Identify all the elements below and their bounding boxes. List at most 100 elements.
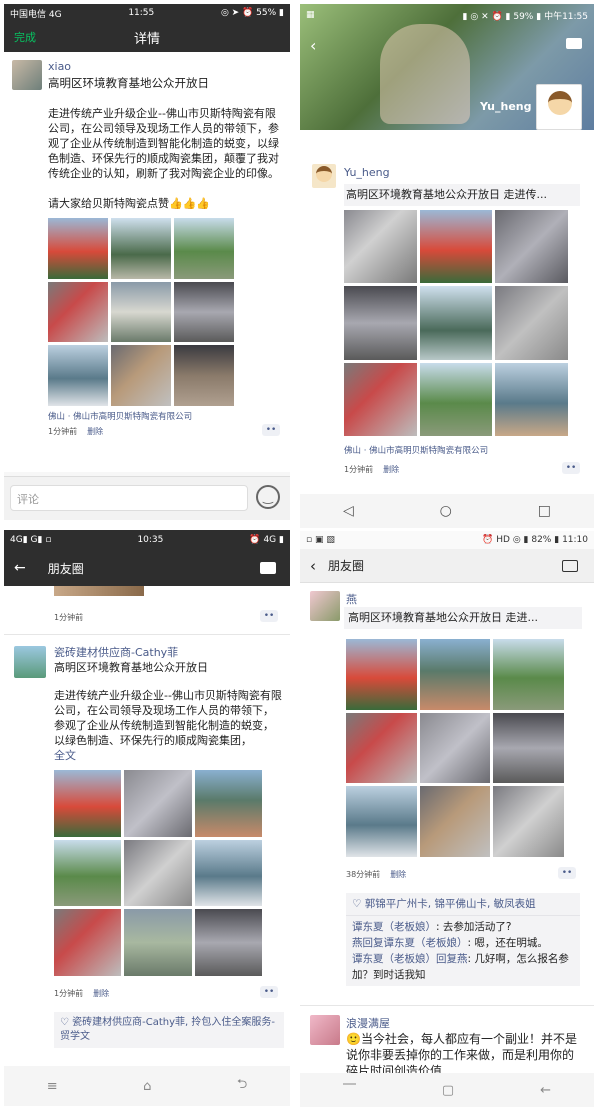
status-bar: 中国电信 4G 11:55 ◎ ➤ ⏰ 55% ▮ xyxy=(4,4,290,22)
photo[interactable] xyxy=(419,639,491,710)
photo[interactable] xyxy=(124,770,192,837)
photo[interactable] xyxy=(344,210,417,284)
more-icon[interactable]: •• xyxy=(558,867,576,879)
comment-author[interactable]: 谭东夏（老板娘）回复燕 xyxy=(352,953,468,965)
home-nav-icon[interactable]: ▢ xyxy=(442,1083,454,1098)
comment[interactable]: 谭东夏（老板娘）: 去参加活动了? xyxy=(352,919,574,935)
author-name[interactable]: Yu_heng xyxy=(344,166,390,179)
avatar[interactable] xyxy=(12,60,42,90)
back-icon[interactable]: ‹ xyxy=(310,557,316,575)
home-nav-icon[interactable]: ⌂ xyxy=(143,1079,151,1094)
comment-author[interactable]: 燕回复谭东夏（老板娘） xyxy=(352,937,468,949)
avatar[interactable] xyxy=(14,646,46,678)
likes-list[interactable]: 瓷砖建材供应商-Cathy菲, 拎包入住全案服务-贸学文 xyxy=(60,1017,275,1042)
delete-button[interactable]: 删除 xyxy=(87,427,103,436)
photo[interactable] xyxy=(493,639,564,710)
post-time: 38分钟前 xyxy=(346,870,381,879)
clock: 11:55 xyxy=(128,8,155,18)
nav-bar: 完成 详情 xyxy=(4,22,290,52)
delete-button[interactable]: 删除 xyxy=(383,465,399,474)
shared-link[interactable]: 高明区环境教育基地公众开放日 走进... xyxy=(344,607,582,629)
location-link[interactable]: 佛山 · 佛山市高明贝斯特陶瓷有限公司 xyxy=(344,444,488,456)
recents-nav-icon[interactable]: □ xyxy=(538,503,551,519)
photo[interactable] xyxy=(48,218,108,279)
photo[interactable] xyxy=(194,770,262,837)
post-time: 1分钟前 xyxy=(48,427,78,436)
back-nav-icon[interactable]: ◁ xyxy=(343,503,354,519)
photo[interactable] xyxy=(111,281,171,343)
home-nav-icon[interactable]: ○ xyxy=(440,503,452,519)
avatar[interactable] xyxy=(312,164,336,188)
photo[interactable] xyxy=(174,218,234,279)
photo[interactable] xyxy=(495,362,568,436)
photo[interactable] xyxy=(419,712,491,784)
photo[interactable] xyxy=(419,786,491,857)
comment[interactable]: 燕回复谭东夏（老板娘）: 嗯，还在明城。 xyxy=(352,935,574,951)
photo[interactable] xyxy=(111,218,171,279)
photo[interactable] xyxy=(495,286,568,360)
back-nav-icon[interactable]: ⮌ xyxy=(237,1075,247,1097)
photo[interactable] xyxy=(54,909,122,976)
comment-input[interactable]: 评论 xyxy=(10,485,248,511)
heart-icon: ♡ xyxy=(352,898,365,910)
photo[interactable] xyxy=(54,770,122,837)
clock: 10:35 xyxy=(137,535,164,545)
photo[interactable] xyxy=(493,786,564,857)
location-link[interactable]: 佛山 · 佛山市高明贝斯特陶瓷有限公司 xyxy=(48,410,192,422)
back-arrow-icon[interactable]: ← xyxy=(14,560,26,576)
photo[interactable] xyxy=(194,839,262,907)
author-name[interactable]: 浪漫满屋 xyxy=(346,1015,390,1031)
photo[interactable] xyxy=(346,712,417,784)
menu-nav-icon[interactable]: ≡ xyxy=(47,1079,58,1094)
photo[interactable] xyxy=(419,210,493,284)
likes-list[interactable]: 郭锦平广州卡, 锦平佛山卡, 敏凤表姐 xyxy=(365,898,536,910)
photo[interactable] xyxy=(111,345,171,406)
camera-icon[interactable] xyxy=(260,562,276,574)
photo[interactable] xyxy=(495,210,568,284)
photo[interactable] xyxy=(174,281,234,343)
recents-nav-icon[interactable]: ⎺ xyxy=(343,1083,356,1098)
post-body: 🙂当今社会，每人都应有一个副业！并不是说你非要丢掉你的工作来做，而是利用你的碎片… xyxy=(346,1032,577,1073)
camera-icon[interactable] xyxy=(562,560,578,572)
screen-moments-feed: 4G▮ G▮ ▫ 10:35 ⏰ 4G ▮ ← 朋友圈 1分钟前 •• 瓷砖建材… xyxy=(4,530,290,1106)
back-nav-icon[interactable]: ← xyxy=(540,1083,551,1098)
more-icon[interactable]: •• xyxy=(260,610,278,622)
photo[interactable] xyxy=(346,786,417,857)
comment[interactable]: 谭东夏（老板娘）回复燕: 几好啊，怎么报名参加？到时话我知 xyxy=(352,951,574,983)
network-label-2: G xyxy=(30,535,38,545)
back-icon[interactable]: ‹ xyxy=(310,36,316,55)
screen-detail: 中国电信 4G 11:55 ◎ ➤ ⏰ 55% ▮ 完成 详情 xiao 高明区… xyxy=(4,4,290,520)
camera-icon[interactable] xyxy=(566,38,582,49)
photo[interactable] xyxy=(344,286,417,360)
screen-moments-cover: ▦ ▮ ◎ ✕ ⏰ ▮ 59% ▮ 中午11:55 ‹ Yu_heng Yu_h… xyxy=(300,4,594,528)
page-title: 详情 xyxy=(133,31,160,47)
photo[interactable] xyxy=(48,345,108,406)
delete-button[interactable]: 删除 xyxy=(390,870,406,879)
photo[interactable] xyxy=(419,286,493,360)
profile-avatar[interactable] xyxy=(536,84,582,130)
comment-author[interactable]: 谭东夏（老板娘） xyxy=(352,921,436,933)
photo[interactable] xyxy=(174,345,234,406)
more-icon[interactable]: •• xyxy=(262,424,280,436)
more-icon[interactable]: •• xyxy=(260,986,278,998)
photo[interactable] xyxy=(48,281,108,343)
author-name[interactable]: 瓷砖建材供应商-Cathy菲 xyxy=(54,644,178,660)
full-text-link[interactable]: 全文 xyxy=(54,748,76,763)
delete-button[interactable]: 删除 xyxy=(93,989,109,998)
avatar[interactable] xyxy=(310,1015,340,1045)
more-icon[interactable]: •• xyxy=(562,462,580,474)
author-name[interactable]: xiao xyxy=(48,60,71,73)
author-name[interactable]: 燕 xyxy=(346,591,357,607)
photo[interactable] xyxy=(194,909,262,976)
avatar[interactable] xyxy=(310,591,340,621)
photo[interactable] xyxy=(344,362,417,436)
photo[interactable] xyxy=(54,839,122,907)
hands-photo-detail xyxy=(380,24,470,124)
photo[interactable] xyxy=(346,639,417,710)
photo[interactable] xyxy=(493,712,564,784)
photo[interactable] xyxy=(419,362,493,436)
photo[interactable] xyxy=(124,909,192,976)
shared-link[interactable]: 高明区环境教育基地公众开放日 走进传... xyxy=(344,184,580,206)
photo[interactable] xyxy=(124,839,192,907)
emoji-icon[interactable]: ‿ xyxy=(256,485,280,509)
